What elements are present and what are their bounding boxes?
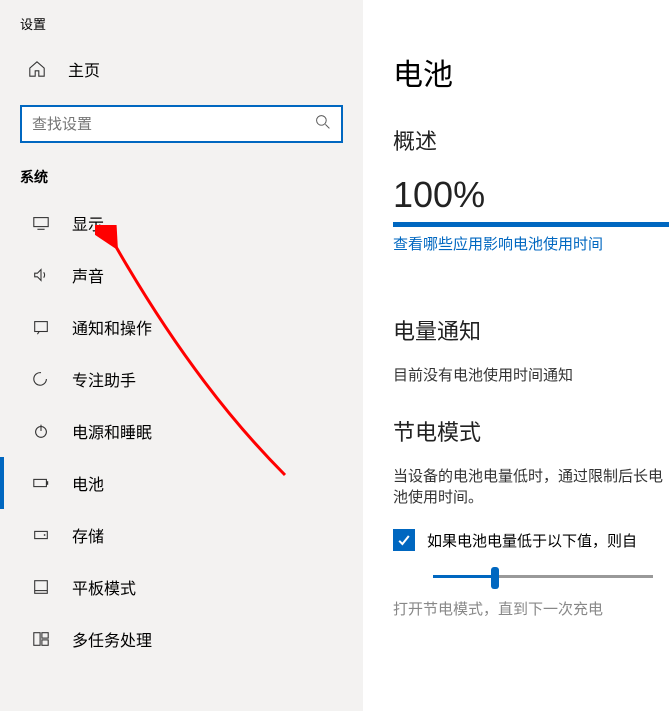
page-title: 电池 [393, 50, 669, 94]
window-title: 设置 [20, 14, 46, 33]
power-icon [32, 422, 50, 440]
saver-note: 打开节电模式，直到下一次充电 [393, 598, 669, 619]
display-icon [32, 214, 50, 232]
sidebar-item-label: 平板模式 [72, 575, 136, 599]
notify-heading: 电量通知 [393, 314, 669, 346]
saver-checkbox-label: 如果电池电量低于以下值，则自 [427, 530, 637, 551]
search-box[interactable] [20, 105, 343, 143]
slider-fill [433, 575, 495, 578]
saver-threshold-row[interactable]: 如果电池电量低于以下值，则自 [393, 529, 669, 551]
tablet-icon [32, 578, 50, 596]
slider-thumb[interactable] [491, 567, 499, 589]
sidebar-item-display[interactable]: 显示 [0, 197, 363, 249]
sidebar-item-label: 电池 [72, 471, 104, 495]
search-input[interactable] [32, 116, 315, 133]
checkbox-checked-icon[interactable] [393, 529, 415, 551]
threshold-slider[interactable] [433, 575, 653, 578]
sidebar-item-label: 存储 [72, 523, 104, 547]
battery-bar [393, 222, 669, 227]
notify-section: 电量通知 目前没有电池使用时间通知 [393, 314, 669, 385]
sidebar-item-tablet[interactable]: 平板模式 [0, 561, 363, 613]
battery-usage-link[interactable]: 查看哪些应用影响电池使用时间 [393, 233, 603, 254]
sidebar-item-label: 声音 [72, 263, 104, 287]
sidebar-item-notifications[interactable]: 通知和操作 [0, 301, 363, 353]
search-icon [315, 114, 331, 135]
sidebar-item-label: 电源和睡眠 [72, 419, 152, 443]
saver-heading: 节电模式 [393, 415, 669, 447]
sidebar-item-label: 多任务处理 [72, 627, 152, 651]
saver-section: 节电模式 当设备的电池电量低时，通过限制后长电池使用时间。 如果电池电量低于以下… [393, 415, 669, 619]
sidebar-item-storage[interactable]: 存储 [0, 509, 363, 561]
battery-icon [32, 474, 50, 492]
sidebar-item-label: 专注助手 [72, 367, 136, 391]
notify-text: 目前没有电池使用时间通知 [393, 364, 669, 385]
overview-heading: 概述 [393, 124, 669, 156]
sidebar-item-label: 显示 [72, 211, 104, 235]
notifications-icon [32, 318, 50, 336]
focus-icon [32, 370, 50, 388]
multitask-icon [32, 630, 50, 648]
sound-icon [32, 266, 50, 284]
main-content: 电池 概述 100% 查看哪些应用影响电池使用时间 电量通知 目前没有电池使用时… [363, 0, 669, 711]
home-icon [28, 60, 46, 78]
sidebar: 设置 主页 系统 显示 [0, 0, 363, 711]
nav-list: 显示 声音 通知和操作 专注助手 [0, 197, 363, 711]
storage-icon [32, 526, 50, 544]
overview-section: 概述 100% 查看哪些应用影响电池使用时间 [393, 124, 669, 284]
sidebar-item-multitask[interactable]: 多任务处理 [0, 613, 363, 665]
home-label: 主页 [68, 57, 100, 81]
sidebar-item-battery[interactable]: 电池 [0, 457, 363, 509]
slider-track [433, 575, 653, 578]
system-group-label: 系统 [0, 153, 363, 197]
sidebar-item-label: 通知和操作 [72, 315, 152, 339]
search-container [20, 105, 343, 143]
window-title-bar: 设置 [0, 0, 363, 43]
battery-percent: 100% [393, 174, 669, 216]
home-nav[interactable]: 主页 [0, 43, 363, 95]
sidebar-item-power[interactable]: 电源和睡眠 [0, 405, 363, 457]
sidebar-item-sound[interactable]: 声音 [0, 249, 363, 301]
saver-desc: 当设备的电池电量低时，通过限制后长电池使用时间。 [393, 465, 669, 507]
sidebar-item-focus[interactable]: 专注助手 [0, 353, 363, 405]
